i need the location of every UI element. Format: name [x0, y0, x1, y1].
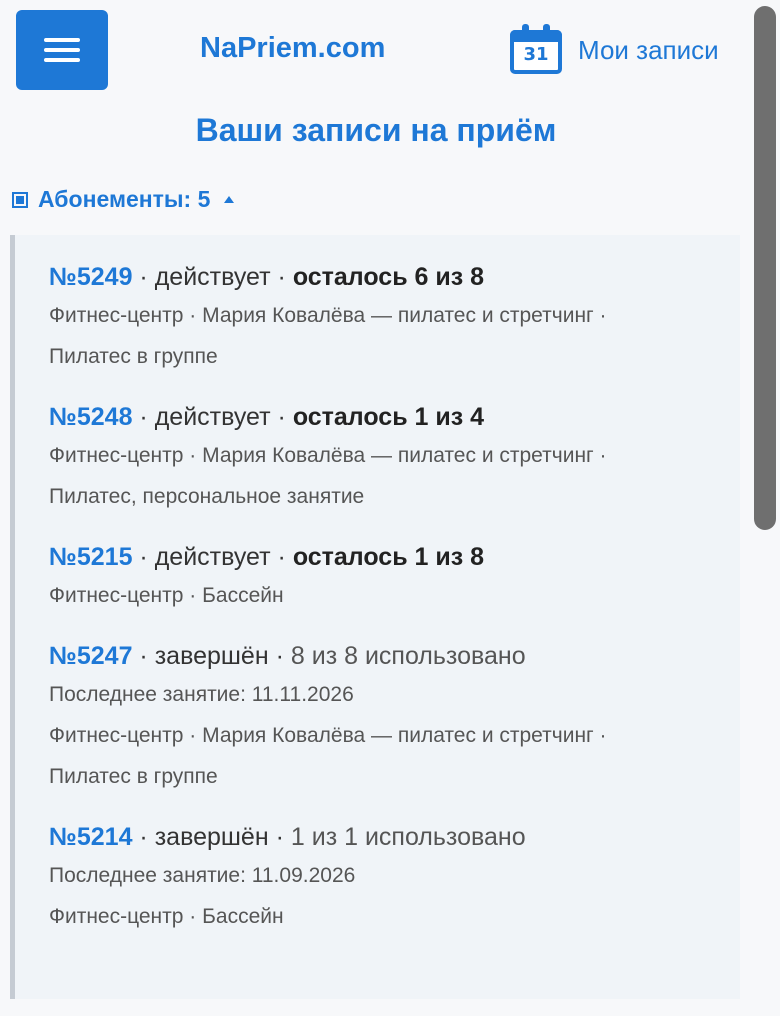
my-records-link[interactable]: 31 Мои записи: [508, 22, 719, 78]
my-records-label: Мои записи: [578, 34, 719, 65]
page: NaPriem.com 31 Мои записи Ваши записи на…: [0, 0, 780, 1016]
subscription-details: Фитнес-центр · Бассейн: [49, 905, 284, 928]
subscription-remaining: осталось 6 из 8: [292, 263, 485, 291]
separator: ·: [270, 263, 293, 291]
separator: ·: [270, 543, 293, 571]
separator: ·: [268, 823, 291, 851]
separator: ·: [132, 403, 155, 431]
subscription-used: 1 из 1 использовано: [290, 823, 526, 851]
subscription-status: завершён: [154, 823, 269, 851]
separator: ·: [268, 642, 291, 670]
hamburger-icon: [44, 38, 80, 62]
calendar-icon: 31: [508, 22, 564, 78]
caret-up-icon: [224, 196, 235, 203]
subscription-item: №5247 · завершён · 8 из 8 использовано П…: [49, 638, 740, 797]
page-title: Ваши записи на приём: [195, 112, 557, 148]
subscription-remaining: осталось 1 из 4: [292, 403, 485, 431]
subscription-number-link[interactable]: №5247: [49, 642, 132, 670]
calendar-day: 31: [523, 44, 549, 65]
subscriptions-list: №5249 · действует · осталось 6 из 8 Фитн…: [10, 235, 740, 999]
subscription-item: №5248 · действует · осталось 1 из 4 Фитн…: [49, 399, 740, 517]
subscription-details: Фитнес-центр · Мария Ковалёва — пилатес …: [49, 444, 607, 508]
separator: ·: [132, 823, 155, 851]
subscription-item: №5215 · действует · осталось 1 из 8 Фитн…: [49, 539, 740, 616]
subscription-details: Фитнес-центр · Мария Ковалёва — пилатес …: [49, 724, 607, 788]
subscription-number-link[interactable]: №5248: [49, 403, 132, 431]
separator: ·: [132, 263, 155, 291]
scrollbar[interactable]: [754, 6, 776, 530]
subscription-number-link[interactable]: №5215: [49, 543, 132, 571]
subscriptions-toggle[interactable]: Абонементы: 5: [12, 186, 235, 213]
menu-button[interactable]: [16, 10, 108, 90]
subscriptions-toggle-label: Абонементы: 5: [38, 186, 211, 212]
subscription-number-link[interactable]: №5214: [49, 823, 132, 851]
subscription-item: №5214 · завершён · 1 из 1 использовано П…: [49, 819, 740, 937]
subscription-remaining: осталось 1 из 8: [292, 543, 485, 571]
subscription-status: действует: [154, 403, 271, 431]
subscription-details: Фитнес-центр · Мария Ковалёва — пилатес …: [49, 304, 607, 368]
subscription-last-session: Последнее занятие: 11.11.2026: [49, 683, 354, 706]
subscription-status: завершён: [154, 642, 269, 670]
separator: ·: [132, 642, 155, 670]
subscription-number-link[interactable]: №5249: [49, 263, 132, 291]
separator: ·: [270, 403, 293, 431]
separator: ·: [132, 543, 155, 571]
subscription-used: 8 из 8 использовано: [290, 642, 526, 670]
subscription-last-session: Последнее занятие: 11.09.2026: [49, 864, 356, 887]
site-logo-link[interactable]: NaPriem.com: [200, 32, 385, 65]
square-icon: [12, 191, 28, 208]
subscription-item: №5249 · действует · осталось 6 из 8 Фитн…: [49, 259, 740, 377]
subscription-details: Фитнес-центр · Бассейн: [49, 584, 284, 607]
subscription-status: действует: [154, 263, 271, 291]
subscription-status: действует: [154, 543, 271, 571]
